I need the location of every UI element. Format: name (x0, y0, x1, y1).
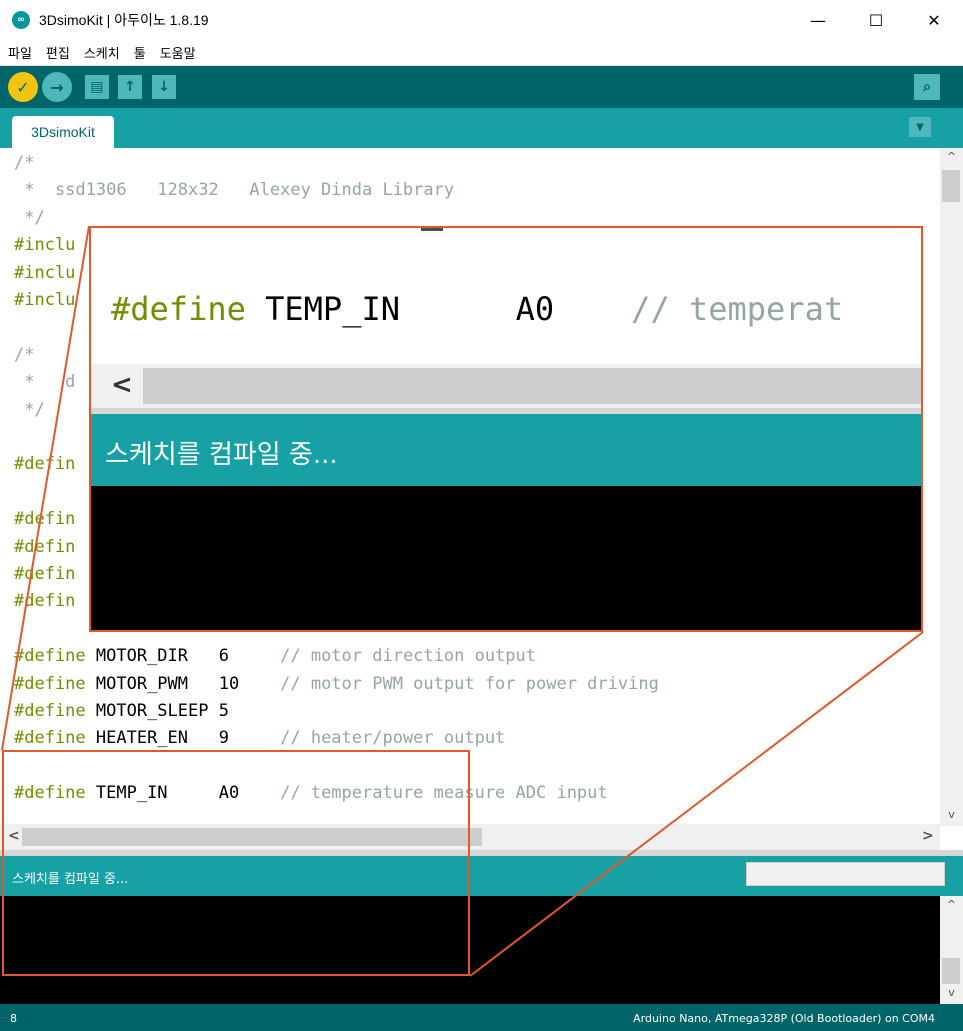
code-token: MOTOR_PWM 10 (85, 673, 281, 694)
code-token: /* (14, 153, 35, 173)
tab-3dsimokit[interactable]: 3DsimoKit (12, 116, 114, 148)
code-token: HEATER_EN 9 (85, 728, 281, 749)
maximize-button[interactable]: ☐ (847, 0, 905, 40)
code-line: #inclu (14, 287, 75, 314)
code-line: #define HEATER_EN 9 // heater/power outp… (14, 725, 505, 752)
highlight-box (2, 750, 470, 976)
window-title: 3DsimoKit | 아두이노 1.8.19 (39, 12, 209, 28)
footer-bar: 8 Arduino Nano, ATmega328P (Old Bootload… (0, 1004, 963, 1031)
scroll-down-icon[interactable]: v (940, 808, 963, 821)
zoom-code-line: #define TEMP_IN A0 // temperat (111, 290, 843, 328)
window-controls: — ☐ ✕ (789, 0, 963, 40)
code-token: #define (14, 673, 86, 694)
scroll-thumb[interactable] (942, 170, 960, 202)
code-token: #define (14, 646, 86, 667)
code-token: * d (14, 372, 76, 393)
menu-sketch[interactable]: 스케치 (76, 43, 126, 62)
editor-vertical-scrollbar[interactable]: ^ v (940, 148, 963, 826)
code-line: * d (14, 369, 75, 396)
code-token: */ (14, 399, 45, 420)
code-line: #defin (14, 534, 75, 561)
code-line: * ssd1306 128x32 Alexey Dinda Library (14, 177, 454, 204)
code-line: /* (14, 342, 34, 369)
code-line: /* (14, 150, 34, 177)
zoom-code-area: #define TEMP_IN A0 // temperat (91, 228, 921, 364)
code-line: #inclu (14, 260, 75, 287)
code-token: #defin (14, 509, 76, 530)
tab-menu-dropdown-icon[interactable]: ▼ (909, 117, 931, 137)
code-token: MOTOR_SLEEP 5 (85, 701, 229, 721)
zoom-code-token: // temperat (631, 290, 844, 328)
title-bar: ∞ 3DsimoKit | 아두이노 1.8.19 — ☐ ✕ (0, 0, 963, 40)
zoom-scroll-left-icon: < (111, 370, 133, 400)
menu-file[interactable]: 파일 (0, 43, 38, 62)
zoom-status-message: 스케치를 컴파일 중... (105, 440, 338, 470)
arduino-logo-icon: ∞ (12, 11, 30, 29)
code-line: #defin (14, 561, 75, 588)
zoom-code-token: TEMP_IN A0 (245, 290, 632, 328)
zoom-status-bar: 스케치를 컴파일 중... (91, 414, 921, 486)
toolbar: ✓ → ▤ ↑ ↓ ⌕ (0, 66, 963, 108)
code-line: #defin (14, 506, 75, 533)
line-number: 8 (10, 1012, 17, 1025)
code-token: */ (14, 207, 45, 228)
code-token: #define (14, 701, 86, 721)
menu-tools[interactable]: 툴 (126, 43, 152, 62)
code-token: #defin (14, 536, 76, 557)
save-sketch-icon[interactable]: ↓ (152, 75, 176, 99)
code-token: MOTOR_DIR 6 (85, 646, 281, 667)
code-token: #defin (14, 564, 76, 584)
new-sketch-icon[interactable]: ▤ (85, 75, 109, 99)
code-token: #defin (14, 591, 76, 612)
board-info: Arduino Nano, ATmega328P (Old Bootloader… (633, 1012, 935, 1025)
verify-icon[interactable]: ✓ (8, 72, 38, 102)
zoom-console (91, 486, 921, 630)
console-scroll-down-icon[interactable]: v (940, 986, 963, 999)
open-sketch-icon[interactable]: ↑ (118, 75, 142, 99)
code-token: /* (14, 344, 35, 365)
upload-icon[interactable]: → (42, 72, 72, 102)
code-line: */ (14, 205, 45, 232)
code-line: #define MOTOR_SLEEP 5 (14, 698, 229, 725)
zoom-scroll-thumb (143, 368, 921, 404)
code-line: #inclu (14, 232, 75, 259)
console-scroll-up-icon[interactable]: ^ (940, 898, 963, 911)
scroll-up-icon[interactable]: ^ (940, 150, 963, 163)
code-token: #defin (14, 454, 76, 475)
code-line: #define MOTOR_PWM 10 // motor PWM output… (14, 671, 659, 698)
close-button[interactable]: ✕ (905, 0, 963, 40)
code-token: #inclu (14, 235, 76, 256)
code-token: // heater/power output (280, 728, 506, 749)
minimize-button[interactable]: — (789, 0, 847, 40)
scroll-right-icon[interactable]: > (922, 828, 934, 844)
zoom-horizontal-scrollbar: < (91, 364, 921, 408)
zoom-inset: #define TEMP_IN A0 // temperat < 스케치를 컴파… (89, 226, 923, 632)
code-token: #inclu (14, 262, 76, 283)
code-line: #defin (14, 451, 75, 478)
menu-edit[interactable]: 편집 (38, 43, 76, 62)
code-token: * ssd1306 128x32 Alexey Dinda Library (14, 180, 455, 201)
zoom-code-fragment (421, 228, 443, 231)
progress-bar (746, 862, 945, 886)
code-line: #define MOTOR_DIR 6 // motor direction o… (14, 643, 536, 670)
menu-help[interactable]: 도움말 (152, 43, 202, 62)
code-line: #defin (14, 588, 75, 615)
code-token: // motor direction output (280, 646, 536, 667)
code-token: #inclu (14, 290, 76, 310)
code-token: // motor PWM output for power driving (280, 673, 659, 694)
serial-monitor-icon[interactable]: ⌕ (914, 74, 940, 100)
code-token: #define (14, 728, 86, 749)
code-line: */ (14, 397, 45, 424)
menu-bar: 파일 편집 스케치 툴 도움말 (0, 40, 963, 66)
tab-bar: 3DsimoKit ▼ (0, 108, 963, 148)
zoom-code-token: #define (111, 290, 246, 328)
console-scroll-thumb[interactable] (942, 958, 960, 984)
console-scrollbar[interactable]: ^ v (940, 896, 963, 1004)
